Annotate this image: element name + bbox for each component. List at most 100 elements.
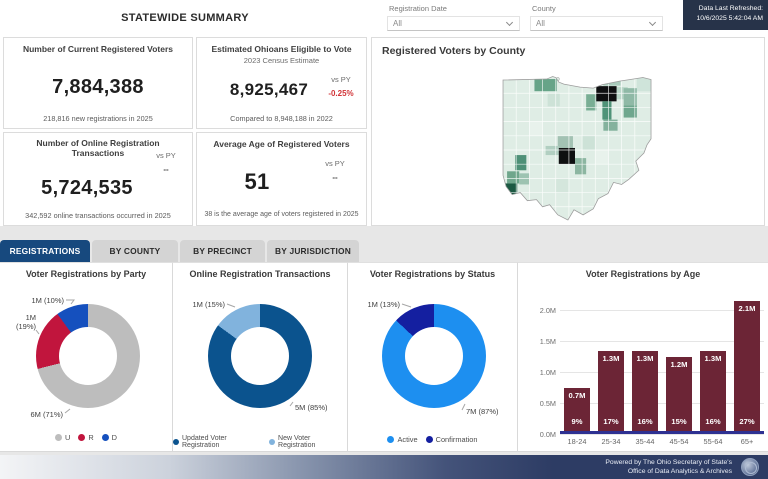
y-tick-label: 0.5M xyxy=(524,399,556,408)
ohio-choropleth-map[interactable] xyxy=(498,76,652,224)
vs-py-value: -- xyxy=(315,173,355,182)
chart-title: Voter Registrations by Status xyxy=(348,269,517,279)
age-bars: 0.7M9%1.3M17%1.3M16%1.2M15%1.3M16%2.1M27… xyxy=(560,295,764,431)
registration-date-value: All xyxy=(393,19,402,28)
kpi-card-average-age: Average Age of Registered Voters 51 vs P… xyxy=(196,132,367,226)
map-card: Registered Voters by County xyxy=(371,37,765,226)
bar-value-label: 1.3M xyxy=(598,354,624,363)
gridline xyxy=(560,434,764,435)
legend-dot xyxy=(173,439,179,445)
x-tick-label: 65+ xyxy=(730,437,764,446)
bar-pct-label: 17% xyxy=(598,417,624,426)
kpi-value: 8,925,467 xyxy=(211,80,327,100)
bar-pct-label: 9% xyxy=(564,417,590,426)
callout-active: 7M (87%) xyxy=(466,407,516,416)
footer-text: Powered by The Ohio Secretary of State's… xyxy=(605,458,732,476)
status-legend: Active Confirmation xyxy=(348,435,517,444)
legend-item-u[interactable]: U xyxy=(55,433,70,442)
chart-panel-status: Voter Registrations by Status 1M (13%) 7… xyxy=(348,262,518,452)
callout-updated: 5M (85%) xyxy=(295,403,345,412)
bar-45-54[interactable]: 1.2M 15% xyxy=(666,357,692,431)
legend-dot xyxy=(426,436,433,443)
page-title: STATEWIDE SUMMARY xyxy=(100,12,270,24)
y-tick-label: 0.0M xyxy=(524,430,556,439)
online-donut-chart[interactable] xyxy=(208,304,312,408)
legend-dot xyxy=(78,434,85,441)
vs-py-value: -- xyxy=(146,165,186,174)
bar-55-64[interactable]: 1.3M16% xyxy=(700,351,726,431)
vs-py-label: vs PY xyxy=(146,151,186,160)
kpi-footnote: 38 is the average age of voters register… xyxy=(201,211,362,218)
bar-pct-label: 16% xyxy=(700,417,726,426)
legend-dot xyxy=(269,439,275,445)
vs-py-label: vs PY xyxy=(321,75,361,84)
x-tick-label: 25-34 xyxy=(594,437,628,446)
chart-title: Voter Registrations by Age xyxy=(518,269,768,279)
x-axis-baseline xyxy=(560,431,764,434)
legend-dot xyxy=(387,436,394,443)
tab-registrations[interactable]: REGISTRATIONS xyxy=(0,240,90,262)
bar-pct-label: 27% xyxy=(734,417,760,426)
legend-item-r[interactable]: R xyxy=(78,433,93,442)
bar-35-44[interactable]: 1.3M16% xyxy=(632,351,658,431)
kpi-subtitle: 2023 Census Estimate xyxy=(197,56,366,65)
callout-new: 1M (15%) xyxy=(175,300,225,309)
kpi-card-eligible-voters: Estimated Ohioans Eligible to Vote 2023 … xyxy=(196,37,367,129)
chart-title: Online Registration Transactions xyxy=(173,269,347,279)
kpi-value: 5,724,535 xyxy=(22,177,152,200)
x-tick-label: 45-54 xyxy=(662,437,696,446)
chart-title: Voter Registrations by Party xyxy=(0,269,172,279)
bar-65+[interactable]: 2.1M27% xyxy=(734,301,760,431)
county-dropdown[interactable]: All xyxy=(530,16,663,31)
kpi-title: Estimated Ohioans Eligible to Vote xyxy=(197,44,366,54)
kpi-card-online-transactions: Number of Online Registration Transactio… xyxy=(3,132,193,226)
kpi-value: 7,884,388 xyxy=(4,76,192,99)
legend-item-updated[interactable]: Updated Voter Registration xyxy=(173,435,263,449)
legend-item-new[interactable]: New Voter Registration xyxy=(269,435,347,449)
refresh-value: 10/6/2025 5:42:04 AM xyxy=(685,14,763,24)
callout-democrat: 1M (10%) xyxy=(14,296,64,305)
legend-dot xyxy=(102,434,109,441)
chart-panel-online: Online Registration Transactions 1M (15%… xyxy=(173,262,348,452)
dashboard: STATEWIDE SUMMARY Registration Date All … xyxy=(0,0,768,479)
bar-value-label: 1.2M xyxy=(666,360,692,369)
tab-by-precinct[interactable]: BY PRECINCT xyxy=(180,240,265,262)
map-title: Registered Voters by County xyxy=(382,45,525,57)
bar-25-34[interactable]: 1.3M 17% xyxy=(598,351,624,431)
filter-label-county: County xyxy=(532,4,556,13)
legend-item-confirmation[interactable]: Confirmation xyxy=(426,435,478,444)
chevron-down-icon xyxy=(506,19,513,26)
legend-item-d[interactable]: D xyxy=(102,433,117,442)
x-tick-label: 35-44 xyxy=(628,437,662,446)
online-legend: Updated Voter Registration New Voter Reg… xyxy=(173,435,347,449)
bar-value-label: 0.7M xyxy=(564,391,590,400)
bar-value-label: 1.3M xyxy=(632,354,658,363)
y-tick-label: 1.0M xyxy=(524,368,556,377)
bar-18-24[interactable]: 0.7M 9% xyxy=(564,388,590,431)
registration-date-dropdown[interactable]: All xyxy=(387,16,520,31)
kpi-value: 51 xyxy=(217,169,297,195)
kpi-card-registered-voters: Number of Current Registered Voters 7,88… xyxy=(3,37,193,129)
x-tick-label: 18-24 xyxy=(560,437,594,446)
y-tick-label: 2.0M xyxy=(524,306,556,315)
filter-label-registration-date: Registration Date xyxy=(389,4,447,13)
tab-by-jurisdiction[interactable]: BY JURISDICTION xyxy=(267,240,359,262)
chevron-down-icon xyxy=(649,19,656,26)
kpi-footnote: 342,592 online transactions occurred in … xyxy=(4,211,192,220)
callout-confirmation: 1M (13%) xyxy=(352,300,400,309)
kpi-footnote: Compared to 8,948,188 in 2022 xyxy=(197,114,366,123)
status-donut-chart[interactable] xyxy=(382,304,486,408)
kpi-footnote: 218,816 new registrations in 2025 xyxy=(4,114,192,123)
bar-pct-label: 15% xyxy=(666,417,692,426)
kpi-title: Number of Current Registered Voters xyxy=(4,44,192,54)
party-donut-chart[interactable] xyxy=(36,304,140,408)
chart-panel-age: Voter Registrations by Age 0.0M 0.5M 1.0M 1… xyxy=(518,262,768,452)
data-last-refreshed: Data Last Refreshed: 10/6/2025 5:42:04 A… xyxy=(683,0,768,30)
footer-bar: Powered by The Ohio Secretary of State's… xyxy=(0,455,768,479)
legend-item-active[interactable]: Active xyxy=(387,435,417,444)
age-x-axis-labels: 18-2425-3435-4445-5455-6465+ xyxy=(560,437,764,446)
county-cells xyxy=(499,76,651,224)
tab-by-county[interactable]: BY COUNTY xyxy=(92,240,178,262)
legend-dot xyxy=(55,434,62,441)
vs-py-value: -0.25% xyxy=(321,89,361,98)
